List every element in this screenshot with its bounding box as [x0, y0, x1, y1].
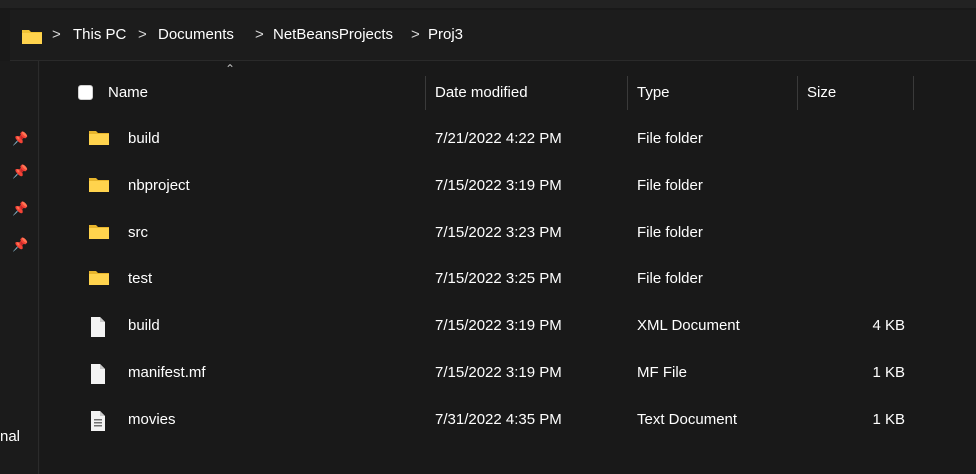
file-size: [840, 163, 905, 209]
file-name[interactable]: build: [128, 303, 160, 349]
file-icon: [89, 363, 109, 384]
column-header-size[interactable]: Size: [807, 70, 836, 116]
file-name[interactable]: manifest.mf: [128, 350, 206, 396]
file-date: 7/31/2022 4:35 PM: [435, 411, 562, 428]
file-size: 4 KB: [872, 317, 905, 334]
navigation-pane: 📌 📌 📌 📌: [0, 61, 40, 474]
column-header-row: ⌃ Name Date modified Type Size: [40, 62, 976, 116]
file-row[interactable]: test 7/15/2022 3:25 PM File folder: [40, 256, 976, 302]
file-type: MF File: [637, 364, 687, 381]
file-row[interactable]: manifest.mf 7/15/2022 3:19 PM MF File 1 …: [40, 350, 976, 396]
file-type: File folder: [637, 224, 703, 241]
column-header-name[interactable]: Name: [108, 70, 148, 116]
sort-up-icon: ⌃: [225, 62, 236, 76]
file-icon: [89, 316, 109, 337]
address-bar[interactable]: > This PC > Documents > NetBeansProjects…: [10, 10, 976, 61]
file-size: 1 KB: [872, 364, 905, 381]
file-row[interactable]: src 7/15/2022 3:23 PM File folder: [40, 210, 976, 256]
chevron-right-icon: >: [52, 26, 61, 43]
file-size: 1 KB: [872, 411, 905, 428]
column-divider[interactable]: [627, 76, 628, 110]
file-type: File folder: [637, 177, 703, 194]
file-date: 7/15/2022 3:19 PM: [435, 177, 562, 194]
column-header-type[interactable]: Type: [637, 70, 670, 116]
folder-icon: [22, 28, 42, 49]
folder-icon: [89, 269, 109, 289]
file-type: File folder: [637, 270, 703, 287]
select-all-checkbox[interactable]: [78, 85, 93, 100]
file-name[interactable]: src: [128, 210, 148, 256]
column-divider[interactable]: [797, 76, 798, 110]
file-date: 7/15/2022 3:19 PM: [435, 364, 562, 381]
column-header-date[interactable]: Date modified: [435, 70, 528, 116]
column-divider[interactable]: [425, 76, 426, 110]
file-date: 7/21/2022 4:22 PM: [435, 130, 562, 147]
pin-icon[interactable]: 📌: [12, 164, 28, 180]
column-divider[interactable]: [913, 76, 914, 110]
folder-icon: [89, 223, 109, 243]
file-name[interactable]: nbproject: [128, 163, 190, 209]
file-name[interactable]: build: [128, 116, 160, 162]
file-row[interactable]: build 7/15/2022 3:19 PM XML Document 4 K…: [40, 303, 976, 349]
nav-item-label[interactable]: nal: [0, 428, 20, 445]
pane-divider[interactable]: [38, 61, 39, 474]
folder-icon: [89, 129, 109, 149]
chevron-right-icon: >: [411, 26, 420, 43]
breadcrumb-proj3[interactable]: Proj3: [428, 10, 463, 60]
pin-icon[interactable]: 📌: [12, 201, 28, 217]
file-size: [840, 256, 905, 302]
file-name[interactable]: movies: [128, 397, 176, 443]
breadcrumb-this-pc[interactable]: This PC: [73, 10, 126, 60]
file-date: 7/15/2022 3:25 PM: [435, 270, 562, 287]
pin-icon[interactable]: 📌: [12, 131, 28, 147]
text-file-icon: [89, 410, 109, 431]
file-type: File folder: [637, 130, 703, 147]
chevron-right-icon: >: [255, 26, 264, 43]
pin-icon[interactable]: 📌: [12, 237, 28, 253]
file-row[interactable]: movies 7/31/2022 4:35 PM Text Document 1…: [40, 397, 976, 443]
file-row[interactable]: build 7/21/2022 4:22 PM File folder: [40, 116, 976, 162]
chevron-right-icon: >: [138, 26, 147, 43]
folder-icon: [89, 176, 109, 196]
breadcrumb-documents[interactable]: Documents: [158, 10, 234, 60]
file-type: XML Document: [637, 317, 740, 334]
breadcrumb-netbeansprojects[interactable]: NetBeansProjects: [273, 10, 393, 60]
file-name[interactable]: test: [128, 256, 152, 302]
file-size: [840, 210, 905, 256]
file-type: Text Document: [637, 411, 738, 428]
file-size: [840, 116, 905, 162]
file-date: 7/15/2022 3:23 PM: [435, 224, 562, 241]
file-row[interactable]: nbproject 7/15/2022 3:19 PM File folder: [40, 163, 976, 209]
window-top-strip: [0, 0, 976, 8]
file-date: 7/15/2022 3:19 PM: [435, 317, 562, 334]
